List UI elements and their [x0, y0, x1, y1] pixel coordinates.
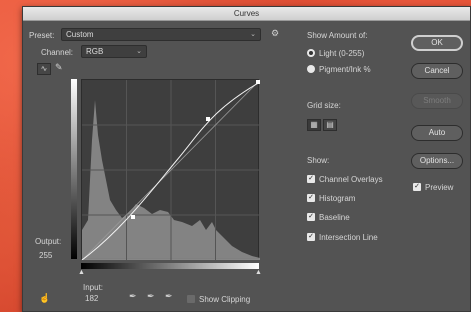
curves-dialog: Curves Preset: Custom ⌄ ⚙ Channel: RGB ⌄… [22, 6, 471, 312]
curve-point [206, 117, 210, 121]
grid-size-title: Grid size: [307, 101, 341, 110]
grid-small-icon[interactable]: ▦ [307, 119, 321, 131]
curve-point [131, 215, 135, 219]
white-point-slider-icon[interactable]: ▲ [255, 269, 262, 276]
light-radio-label: Light (0-255) [319, 49, 365, 58]
preset-value: Custom [66, 30, 94, 39]
grid-large-icon[interactable]: ▤ [323, 119, 337, 131]
pencil-icon[interactable]: ✎ [55, 62, 63, 73]
chevron-down-icon: ⌄ [250, 31, 256, 38]
output-value[interactable]: 255 [39, 251, 52, 260]
preview-checkbox[interactable]: ✓ [413, 183, 421, 191]
show-title: Show: [307, 156, 330, 165]
histogram-label: Histogram [319, 194, 356, 203]
auto-button[interactable]: Auto [411, 125, 463, 141]
input-label: Input: [83, 283, 104, 292]
curve-point-tool-icon[interactable]: ∿ [37, 63, 51, 75]
white-eyedropper-icon[interactable]: ✒ [165, 291, 173, 302]
show-clipping-label: Show Clipping [199, 295, 251, 304]
pigment-radio-label: Pigment/Ink % [319, 65, 371, 74]
channel-overlays-label: Channel Overlays [319, 175, 383, 184]
show-amount-title: Show Amount of: [307, 31, 368, 40]
show-clipping-checkbox[interactable] [187, 295, 195, 303]
black-point-slider-icon[interactable]: ▲ [78, 269, 85, 276]
light-radio[interactable] [307, 49, 315, 57]
on-image-adjust-icon[interactable]: ☝ [39, 293, 50, 304]
ok-button[interactable]: OK [411, 35, 463, 51]
smooth-button[interactable]: Smooth [411, 93, 463, 109]
baseline-label: Baseline [319, 213, 350, 222]
intersection-line-label: Intersection Line [319, 233, 378, 242]
options-button[interactable]: Options... [411, 153, 463, 169]
channel-overlays-checkbox[interactable]: ✓ [307, 175, 315, 183]
channel-value: RGB [86, 47, 104, 56]
gray-eyedropper-icon[interactable]: ✒ [147, 291, 155, 302]
window-title: Curves [23, 7, 470, 21]
cancel-button[interactable]: Cancel [411, 63, 463, 79]
pigment-radio[interactable] [307, 65, 315, 73]
channel-label: Channel: [41, 48, 74, 57]
intersection-line-checkbox[interactable]: ✓ [307, 233, 315, 241]
preview-label: Preview [425, 183, 454, 192]
black-eyedropper-icon[interactable]: ✒ [129, 291, 137, 302]
gear-icon[interactable]: ⚙ [271, 28, 279, 39]
histogram-checkbox[interactable]: ✓ [307, 194, 315, 202]
output-label: Output: [35, 237, 62, 246]
preset-select[interactable]: Custom ⌄ [61, 28, 261, 41]
chevron-down-icon: ⌄ [136, 48, 142, 55]
input-value[interactable]: 182 [85, 294, 98, 303]
preset-label: Preset: [29, 31, 55, 40]
output-gradient-ramp [71, 79, 77, 259]
baseline-checkbox[interactable]: ✓ [307, 213, 315, 221]
curves-graph[interactable] [81, 79, 260, 260]
channel-select[interactable]: RGB ⌄ [81, 45, 147, 58]
curve-endpoint [256, 80, 260, 84]
input-gradient-ramp[interactable] [81, 263, 259, 269]
